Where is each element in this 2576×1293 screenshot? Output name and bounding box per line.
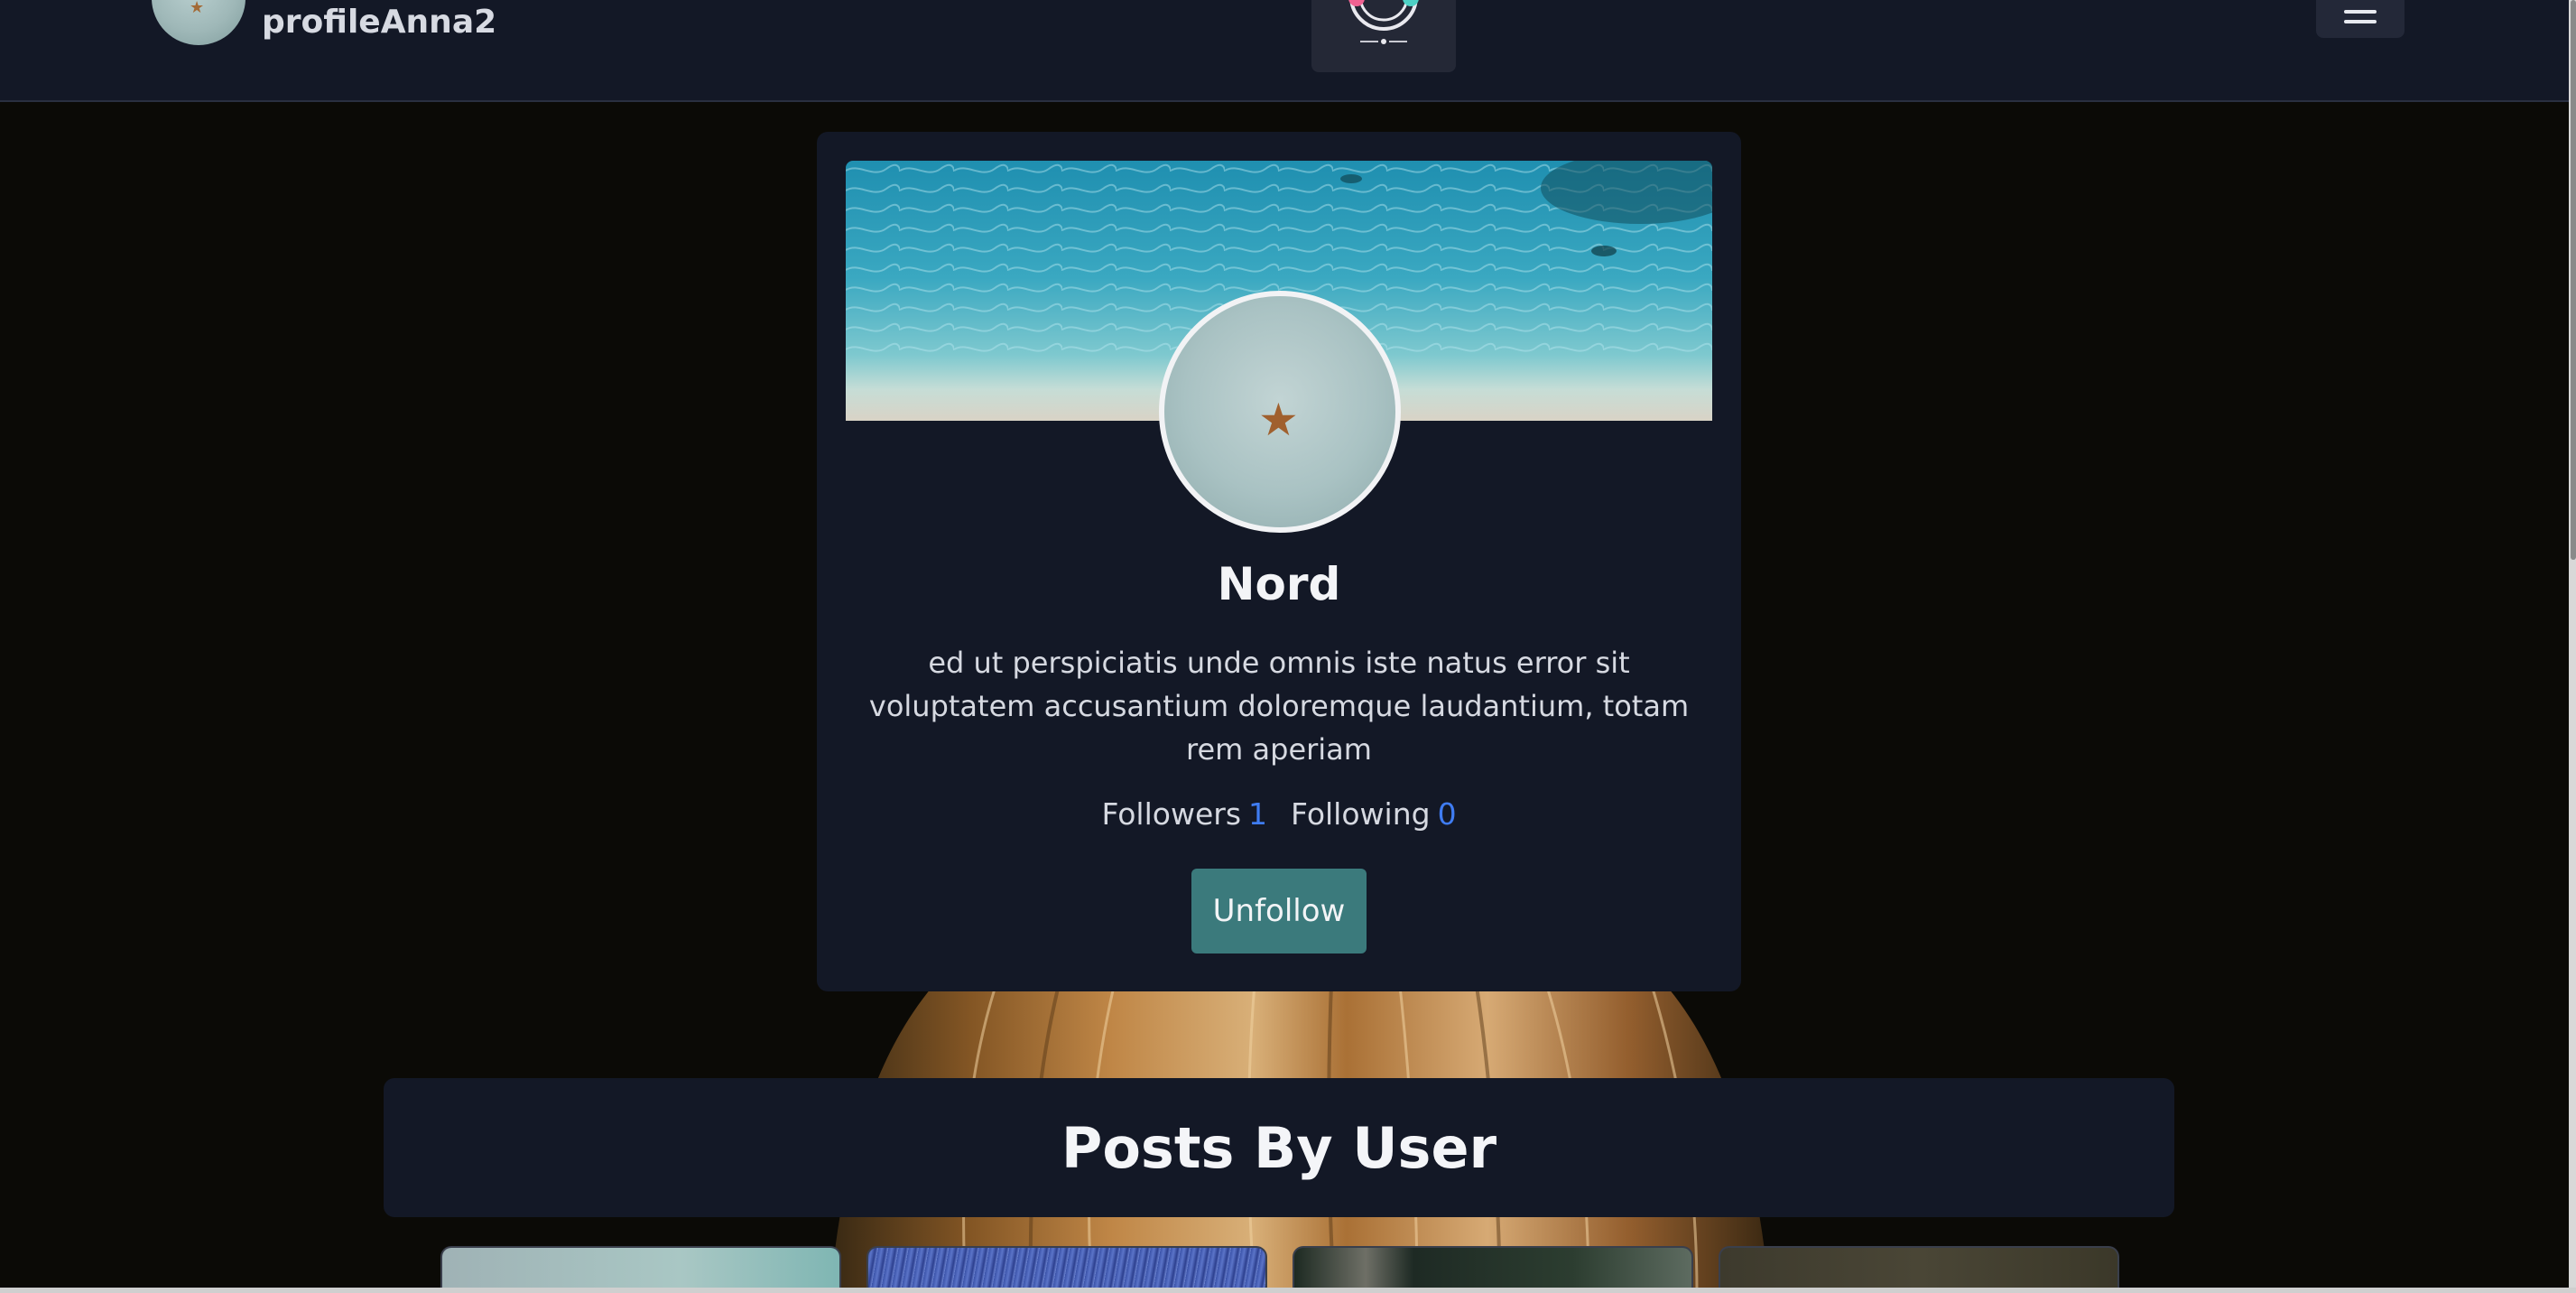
post-thumbnail[interactable] bbox=[1293, 1246, 1693, 1293]
header-user-link[interactable]: ★ profileAnna2 bbox=[152, 0, 496, 45]
post-thumbnail[interactable] bbox=[866, 1246, 1267, 1293]
posts-title: Posts By User bbox=[1061, 1114, 1497, 1181]
follow-stats: Followers 1 Following 0 bbox=[817, 796, 1741, 832]
top-navbar: ★ profileAnna2 bbox=[0, 0, 2569, 102]
followers-stat[interactable]: Followers 1 bbox=[1101, 796, 1267, 832]
profile-card: ★ Nord ed ut perspiciatis unde omnis ist… bbox=[817, 132, 1741, 991]
vertical-scrollbar[interactable] bbox=[2569, 0, 2576, 1293]
profile-bio: ed ut perspiciatis unde omnis iste natus… bbox=[868, 646, 1690, 767]
starfish-avatar-icon[interactable]: ★ bbox=[152, 0, 246, 45]
app-root: ★ profileAnna2 ★ Nord ed ut perspiciatis… bbox=[0, 0, 2576, 1293]
window-bottom-edge bbox=[0, 1288, 2576, 1293]
following-label: Following bbox=[1291, 796, 1431, 832]
hamburger-menu-icon bbox=[2344, 9, 2377, 23]
hamburger-menu-button[interactable] bbox=[2316, 0, 2405, 38]
followers-count: 1 bbox=[1248, 796, 1268, 832]
post-thumbnail[interactable] bbox=[1719, 1246, 2119, 1293]
starfish-icon: ★ bbox=[1258, 394, 1299, 446]
unfollow-button[interactable]: Unfollow bbox=[1191, 869, 1367, 953]
post-thumbnail[interactable] bbox=[440, 1246, 841, 1293]
app-logo-icon[interactable] bbox=[1311, 0, 1456, 72]
profile-avatar: ★ bbox=[1159, 291, 1401, 533]
profile-name: Nord bbox=[1217, 558, 1341, 610]
starfish-icon: ★ bbox=[190, 0, 205, 17]
followers-label: Followers bbox=[1101, 796, 1242, 832]
scrollbar-thumb[interactable] bbox=[2571, 0, 2576, 560]
header-username[interactable]: profileAnna2 bbox=[262, 4, 496, 41]
posts-grid bbox=[440, 1246, 2119, 1293]
following-stat[interactable]: Following 0 bbox=[1291, 796, 1457, 832]
posts-section-header: Posts By User bbox=[384, 1078, 2174, 1217]
following-count: 0 bbox=[1437, 796, 1457, 832]
